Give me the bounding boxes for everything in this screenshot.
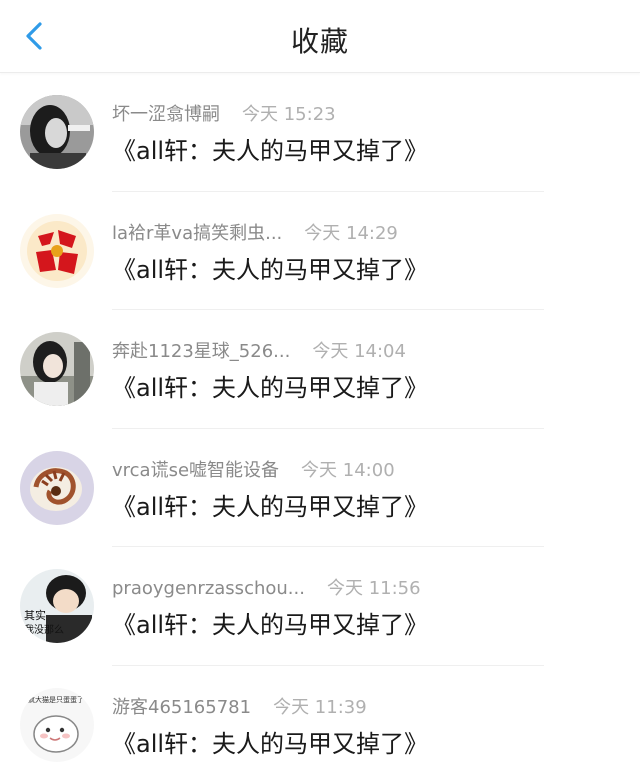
avatar-caption: 疯大猫是只蛋蛋了	[28, 695, 84, 704]
username[interactable]: 坏一涩翕博嗣	[112, 104, 220, 125]
avatar[interactable]	[20, 332, 94, 406]
item-meta: 奔赴1123星球_526... 今天 14:04	[112, 340, 406, 364]
username[interactable]: 奔赴1123星球_526...	[112, 341, 290, 362]
timestamp: 今天 11:56	[327, 578, 421, 599]
timestamp: 今天 14:29	[304, 223, 398, 244]
book-title[interactable]: 《all轩：夫人的马甲又掉了》	[112, 135, 428, 167]
timestamp: 今天 14:00	[301, 460, 395, 481]
item-meta: la袷r革va搞笑剩虫... 今天 14:29	[112, 222, 398, 246]
username[interactable]: praoygenrzasschou...	[112, 578, 305, 599]
avatar-caption-2: 我没那么	[24, 624, 64, 636]
avatar-hamster-meme: 疯大猫是只蛋蛋了	[20, 688, 94, 762]
avatar[interactable]	[20, 451, 94, 525]
book-title[interactable]: 《all轩：夫人的马甲又掉了》	[112, 254, 428, 286]
list-item[interactable]: vrca谎se嘘智能设备 今天 14:00 《all轩：夫人的马甲又掉了》	[0, 429, 640, 548]
list-item[interactable]: 其实 我没那么 praoygenrzasschou... 今天 11:56 《al…	[0, 547, 640, 666]
avatar-boy-meme: 其实 我没那么	[20, 569, 94, 643]
list-item[interactable]: la袷r革va搞笑剩虫... 今天 14:29 《all轩：夫人的马甲又掉了》	[0, 192, 640, 311]
username[interactable]: vrca谎se嘘智能设备	[112, 460, 279, 481]
top-navigation-bar: 收藏	[0, 0, 640, 73]
avatar[interactable]	[20, 95, 94, 169]
book-title[interactable]: 《all轩：夫人的马甲又掉了》	[112, 609, 428, 641]
avatar[interactable]: 疯大猫是只蛋蛋了	[20, 688, 94, 762]
item-meta: 游客465165781 今天 11:39	[112, 696, 367, 720]
avatar[interactable]: 其实 我没那么	[20, 569, 94, 643]
avatar-red-fu-character	[20, 214, 94, 288]
favorites-list: 坏一涩翕博嗣 今天 15:23 《all轩：夫人的马甲又掉了》 la袷r革va搞笑…	[0, 73, 640, 784]
timestamp: 今天 15:23	[242, 104, 336, 125]
list-item[interactable]: 坏一涩翕博嗣 今天 15:23 《all轩：夫人的马甲又掉了》	[0, 73, 640, 192]
book-title[interactable]: 《all轩：夫人的马甲又掉了》	[112, 372, 428, 404]
book-title[interactable]: 《all轩：夫人的马甲又掉了》	[112, 491, 428, 523]
item-meta: praoygenrzasschou... 今天 11:56	[112, 577, 421, 601]
list-item[interactable]: 疯大猫是只蛋蛋了 游客465165781 今天 11:39 《all轩：夫人的马甲…	[0, 666, 640, 784]
avatar[interactable]	[20, 214, 94, 288]
book-title[interactable]: 《all轩：夫人的马甲又掉了》	[112, 728, 428, 760]
username[interactable]: la袷r革va搞笑剩虫...	[112, 223, 282, 244]
item-meta: 坏一涩翕博嗣 今天 15:23	[112, 103, 336, 127]
avatar-grayscale-woman	[20, 95, 94, 169]
timestamp: 今天 14:04	[312, 341, 406, 362]
page-title: 收藏	[0, 20, 640, 60]
timestamp: 今天 11:39	[273, 697, 367, 718]
avatar-girl-photo	[20, 332, 94, 406]
list-item[interactable]: 奔赴1123星球_526... 今天 14:04 《all轩：夫人的马甲又掉了》	[0, 310, 640, 429]
avatar-nautilus-shell	[20, 451, 94, 525]
item-meta: vrca谎se嘘智能设备 今天 14:00	[112, 459, 395, 483]
avatar-caption-1: 其实	[24, 608, 46, 622]
username[interactable]: 游客465165781	[112, 697, 251, 718]
